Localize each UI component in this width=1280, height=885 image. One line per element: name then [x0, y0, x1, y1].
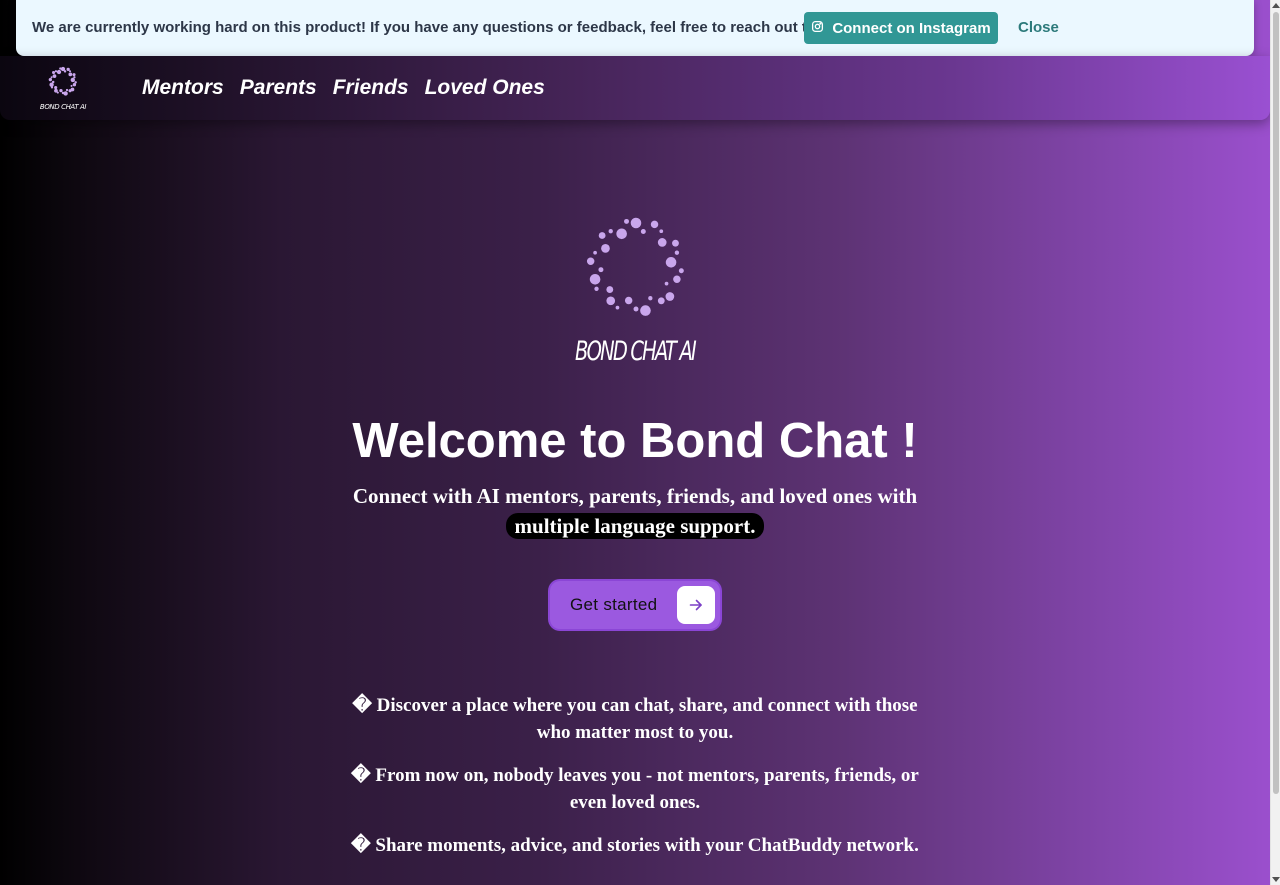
nav-logo-text: BOND CHAT AI [39, 103, 87, 111]
scrollbar-thumb[interactable] [1273, 12, 1279, 794]
scroll-down-icon[interactable] [1272, 877, 1280, 882]
arrow-right-icon [677, 586, 715, 624]
hero-subtitle-highlight: multiple language support. [505, 513, 765, 539]
connect-instagram-button[interactable]: Connect on Instagram [804, 12, 998, 44]
close-banner-button[interactable]: Close [1018, 19, 1059, 36]
banner-message: We are currently working hard on this pr… [32, 19, 842, 36]
instagram-icon [811, 20, 824, 37]
nav-links: Mentors Parents Friends Loved Ones [142, 75, 545, 101]
page-title: Welcome to Bond Chat ! [352, 414, 918, 468]
instagram-button-label: Connect on Instagram [832, 19, 991, 37]
nav-link-friends[interactable]: Friends [333, 75, 409, 101]
get-started-button[interactable]: Get started [550, 581, 720, 629]
nav-link-mentors[interactable]: Mentors [142, 75, 224, 101]
feature-item-nobody-leaves: � From now on, nobody leaves you - not m… [351, 765, 919, 813]
hero-logo-ring-icon [586, 217, 684, 316]
nav-link-loved-ones[interactable]: Loved Ones [425, 75, 545, 101]
hero-subtitle-main: Connect with AI mentors, parents, friend… [352, 484, 918, 508]
get-started-label: Get started [570, 595, 658, 614]
hero-logo-text: BOND CHAT AI [575, 336, 697, 367]
page-scrollbar[interactable] [1270, 0, 1280, 885]
feature-item-discover: � Discover a place where you can chat, s… [352, 695, 918, 743]
nav-logo[interactable]: BOND CHAT AI [38, 64, 88, 114]
logo-ring-icon [48, 66, 77, 96]
scroll-up-icon[interactable] [1272, 3, 1280, 8]
hero-subtitle: Connect with AI mentors, parents, friend… [350, 481, 920, 541]
nav-link-parents[interactable]: Parents [240, 75, 317, 101]
feature-item-share: � Share moments, advice, and stories wit… [351, 835, 919, 856]
feature-list: � Discover a place where you can chat, s… [345, 692, 925, 875]
announcement-banner: We are currently working hard on this pr… [16, 0, 1254, 56]
top-navbar: BOND CHAT AI Mentors Parents Friends Lov… [0, 56, 1270, 120]
